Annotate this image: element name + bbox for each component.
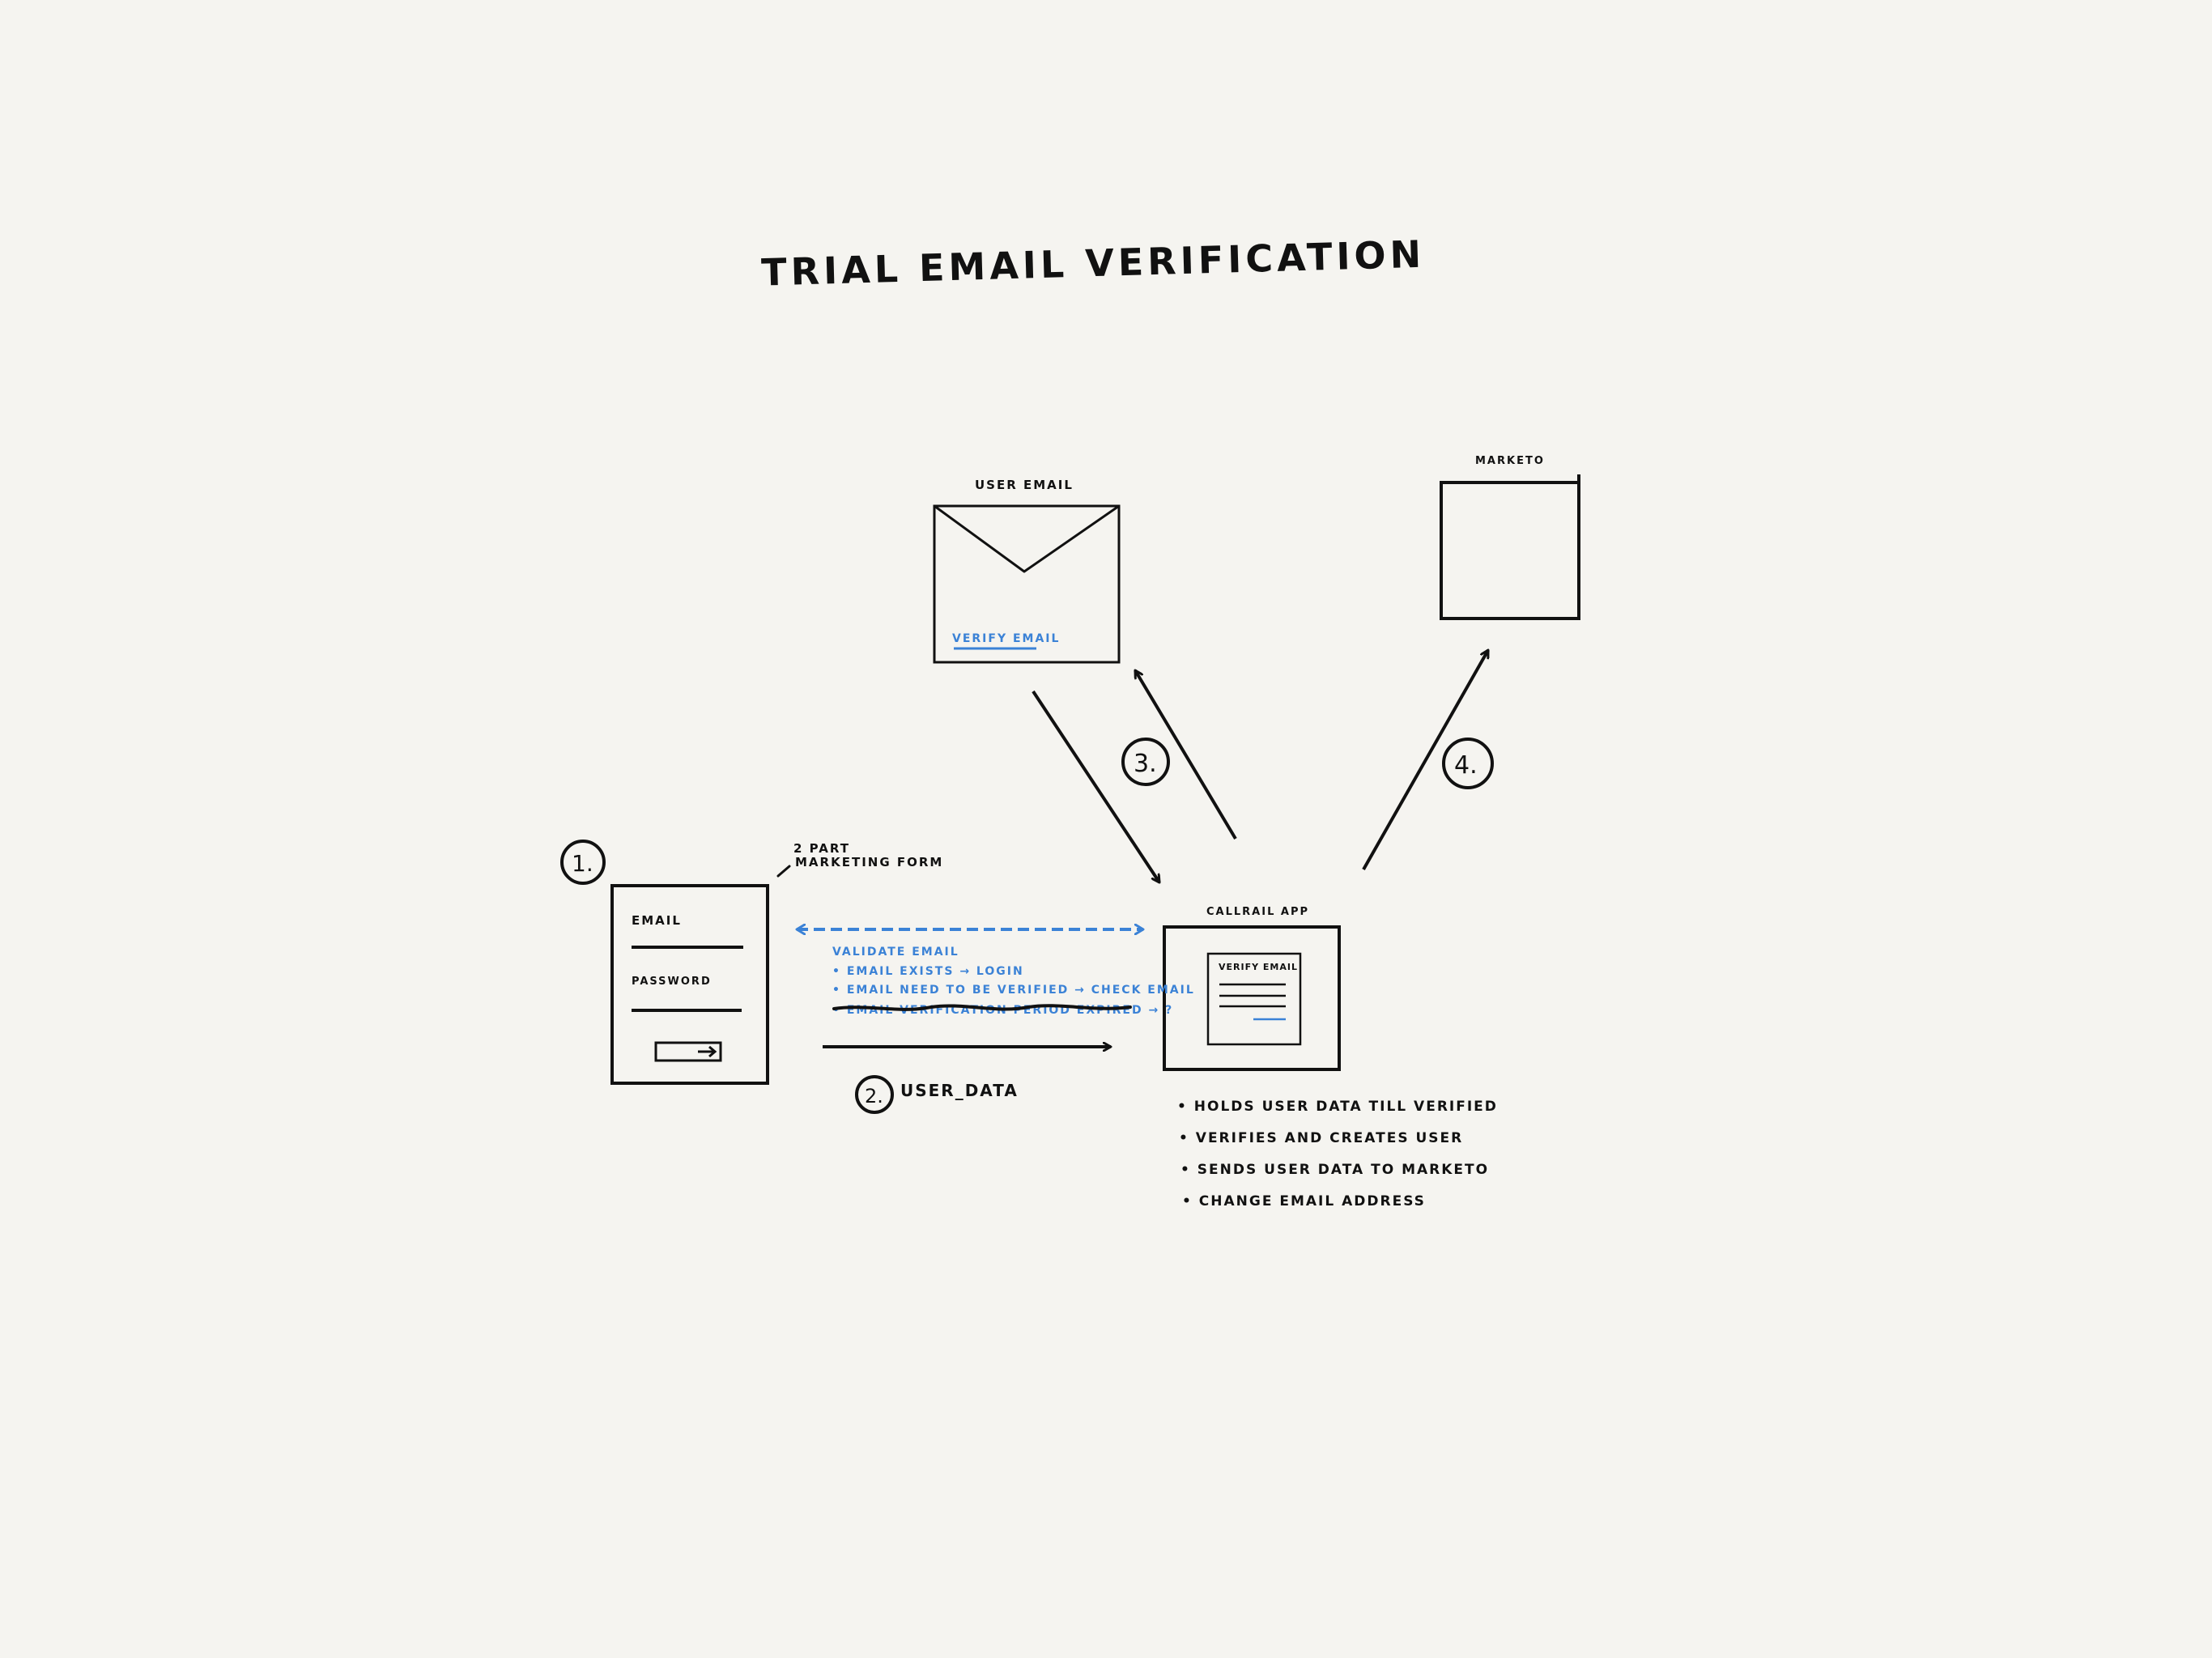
form-caption-line1: 2 PART	[793, 841, 850, 856]
app-note-3: • SENDS USER DATA TO MARKETO	[1180, 1162, 1489, 1178]
marketo-label: MARKETO	[1475, 455, 1545, 467]
step-2-group: 2. USER_DATA	[823, 1047, 1111, 1114]
validation-group: VALIDATE EMAIL • EMAIL EXISTS → LOGIN • …	[797, 929, 1195, 1017]
app-notes: • HOLDS USER DATA TILL VERIFIED • VERIFI…	[1177, 1099, 1498, 1209]
app-note-2: • VERIFIES AND CREATES USER	[1179, 1130, 1463, 1146]
validation-heading: VALIDATE EMAIL	[832, 946, 959, 959]
validation-item-2: • EMAIL NEED TO BE VERIFIED → CHECK EMAI…	[832, 984, 1195, 997]
form-caption-line2: MARKETING FORM	[795, 855, 943, 869]
callrail-app-screen-title: VERIFY EMAIL	[1219, 962, 1298, 972]
verify-email-link[interactable]: VERIFY EMAIL	[952, 632, 1060, 650]
user-email-node: USER EMAIL VERIFY EMAIL	[933, 478, 1121, 664]
step-2-label: USER_DATA	[900, 1081, 1019, 1100]
step-4-number: 4.	[1454, 751, 1478, 780]
diagram-svg: TRIAL EMAIL VERIFICATION 1. 2 PART MARKE…	[560, 232, 1580, 1209]
app-note-1: • HOLDS USER DATA TILL VERIFIED	[1177, 1099, 1498, 1115]
step-2-number: 2.	[865, 1085, 883, 1107]
verify-email-link-text[interactable]: VERIFY EMAIL	[952, 632, 1060, 645]
callrail-app-label: CALLRAIL APP	[1206, 906, 1309, 918]
step-4-group: 4.	[1362, 650, 1494, 870]
diagram-canvas: TRIAL EMAIL VERIFICATION 1. 2 PART MARKE…	[0, 0, 2212, 1658]
app-note-4: • CHANGE EMAIL ADDRESS	[1182, 1193, 1426, 1209]
marketo-box	[1440, 474, 1580, 620]
email-to-app-arrow	[1032, 690, 1161, 882]
form-password-label: PASSWORD	[632, 976, 712, 988]
user-email-label: USER EMAIL	[975, 478, 1074, 492]
marketo-node: MARKETO	[1440, 455, 1580, 620]
step-3-number: 3.	[1134, 750, 1157, 778]
form-submit-button[interactable]	[654, 1041, 722, 1062]
callrail-app-frame	[1163, 925, 1341, 1071]
step-1-number: 1.	[572, 850, 593, 877]
form-email-label: EMAIL	[632, 913, 682, 928]
arrow-right-icon	[698, 1045, 717, 1058]
form-caption-pointer	[776, 865, 791, 878]
step-3-group: 3.	[1032, 670, 1237, 882]
page-title: TRIAL EMAIL VERIFICATION	[761, 232, 1426, 295]
validation-item-1: • EMAIL EXISTS → LOGIN	[832, 965, 1024, 978]
